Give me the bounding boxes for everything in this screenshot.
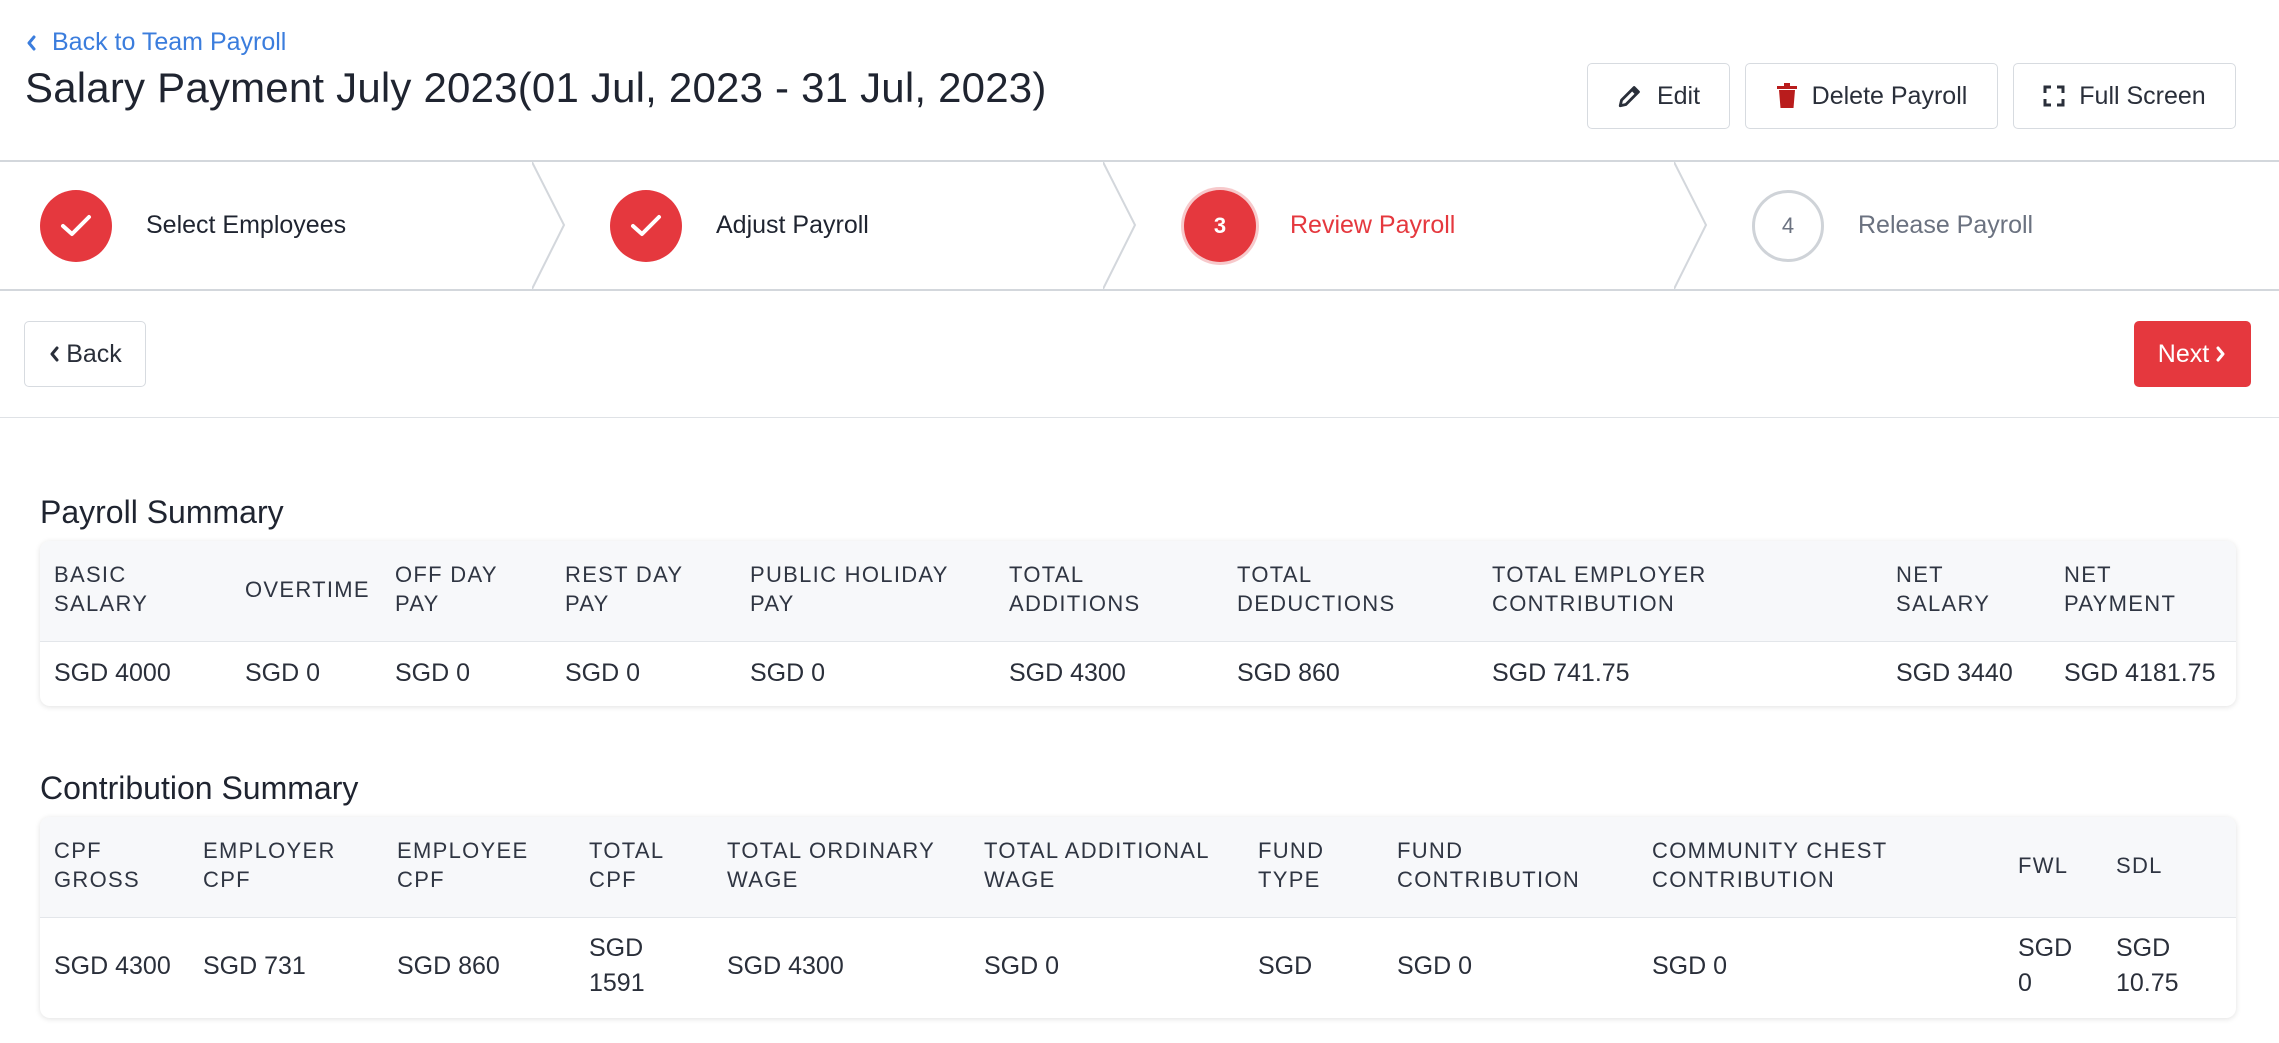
edit-button[interactable]: Edit xyxy=(1587,63,1730,129)
column-header: FUND TYPE xyxy=(1258,838,1325,892)
column-header: COMMUNITY CHEST CONTRIBUTION xyxy=(1652,838,1888,892)
column-header: OFF DAY PAY xyxy=(395,562,498,616)
payroll-stepper: Select Employees Adjust Payroll 3 Review… xyxy=(0,160,2279,291)
table-cell: SGD 860 xyxy=(397,952,500,980)
column-header: NET SALARY xyxy=(1896,562,1991,616)
column-header: NET PAYMENT xyxy=(2064,562,2177,616)
expand-icon xyxy=(2043,85,2065,107)
trash-icon xyxy=(1776,83,1797,108)
column-header: TOTAL ORDINARY WAGE xyxy=(727,838,935,892)
table-cell: SGD 0 xyxy=(750,659,826,687)
column-header: CPF GROSS xyxy=(54,838,140,892)
step-divider xyxy=(1674,162,1708,289)
table-cell: SGD 3440 xyxy=(1896,659,2013,687)
page-title: Salary Payment July 2023(01 Jul, 2023 - … xyxy=(25,64,1047,111)
check-icon xyxy=(61,214,91,236)
table-cell: SGD 10.75 xyxy=(2116,934,2179,997)
delete-label: Delete Payroll xyxy=(1811,81,1968,110)
check-icon xyxy=(631,214,661,236)
chevron-left-icon xyxy=(27,35,36,50)
contribution-summary-table: CPF GROSS EMPLOYER CPF EMPLOYEE CPF TOTA… xyxy=(40,817,2236,1018)
table-cell: SGD 4300 xyxy=(727,952,844,980)
column-header: TOTAL CPF xyxy=(589,838,664,892)
column-header: TOTAL EMPLOYER CONTRIBUTION xyxy=(1492,562,1707,616)
table-cell: SGD 0 xyxy=(984,952,1060,980)
payroll-summary-table: BASIC SALARY OVERTIME OFF DAY PAY REST D… xyxy=(40,541,2236,706)
table-cell: SGD 4181.75 xyxy=(2064,659,2216,687)
column-header: OVERTIME xyxy=(245,577,370,602)
table-cell: SGD 741.75 xyxy=(1492,659,1630,687)
chevron-left-icon xyxy=(50,346,59,362)
table-cell: SGD 860 xyxy=(1237,659,1340,687)
step-complete-badge xyxy=(610,189,682,262)
table-cell: SGD 0 xyxy=(395,659,471,687)
table-cell: SGD 731 xyxy=(203,952,306,980)
column-header: TOTAL ADDITIONS xyxy=(1009,562,1141,616)
table-cell: SGD 0 xyxy=(2018,934,2073,997)
back-button[interactable]: Back xyxy=(24,321,146,387)
next-label: Next xyxy=(2157,339,2210,368)
column-header: TOTAL ADDITIONAL WAGE xyxy=(984,838,1209,892)
back-label: Back xyxy=(66,339,122,368)
table-cell: SGD xyxy=(1258,952,1313,980)
column-header: FUND CONTRIBUTION xyxy=(1397,838,1581,892)
column-header: BASIC SALARY xyxy=(54,562,149,616)
full-screen-button[interactable]: Full Screen xyxy=(2013,63,2236,129)
step-complete-badge xyxy=(40,189,112,262)
back-link-label: Back to Team Payroll xyxy=(52,28,287,56)
full-screen-label: Full Screen xyxy=(2079,81,2206,110)
column-header: EMPLOYER CPF xyxy=(203,838,336,892)
table-cell: SGD 0 xyxy=(1397,952,1473,980)
table-cell: SGD 0 xyxy=(1652,952,1728,980)
step-review-payroll[interactable]: 3 Review Payroll xyxy=(1184,162,1455,289)
step-release-payroll[interactable]: 4 Release Payroll xyxy=(1752,162,2033,289)
step-label: Adjust Payroll xyxy=(716,211,869,239)
step-label: Select Employees xyxy=(146,211,347,239)
table-cell: SGD 0 xyxy=(245,659,321,687)
column-header: PUBLIC HOLIDAY PAY xyxy=(750,562,949,616)
table-cell: SGD 0 xyxy=(565,659,641,687)
payroll-summary-title: Payroll Summary xyxy=(40,494,284,530)
table-cell: SGD 4000 xyxy=(54,659,171,687)
table-cell: SGD 4300 xyxy=(1009,659,1126,687)
pencil-icon xyxy=(1618,86,1640,108)
contribution-summary-title: Contribution Summary xyxy=(40,770,359,806)
column-header: EMPLOYEE CPF xyxy=(397,838,529,892)
step-divider xyxy=(1103,162,1137,289)
step-action-bar: Back Next xyxy=(0,291,2279,418)
chevron-right-icon xyxy=(2216,346,2225,362)
next-button[interactable]: Next xyxy=(2134,321,2251,387)
column-header: SDL xyxy=(2116,853,2163,878)
delete-payroll-button[interactable]: Delete Payroll xyxy=(1745,63,1998,129)
edit-label: Edit xyxy=(1656,81,1701,110)
step-divider xyxy=(532,162,566,289)
back-to-team-payroll-link[interactable]: Back to Team Payroll xyxy=(24,28,286,57)
table-cell: SGD 4300 xyxy=(54,952,171,980)
step-adjust-payroll[interactable]: Adjust Payroll xyxy=(610,162,869,289)
step-number-badge: 3 xyxy=(1184,189,1256,262)
step-label: Release Payroll xyxy=(1858,211,2034,239)
step-number-badge: 4 xyxy=(1752,189,1824,262)
table-cell: SGD 1591 xyxy=(589,934,645,997)
column-header: TOTAL DEDUCTIONS xyxy=(1237,562,1396,616)
step-select-employees[interactable]: Select Employees xyxy=(40,162,346,289)
column-header: REST DAY PAY xyxy=(565,562,683,616)
column-header: FWL xyxy=(2018,853,2069,878)
step-label: Review Payroll xyxy=(1290,211,1456,239)
